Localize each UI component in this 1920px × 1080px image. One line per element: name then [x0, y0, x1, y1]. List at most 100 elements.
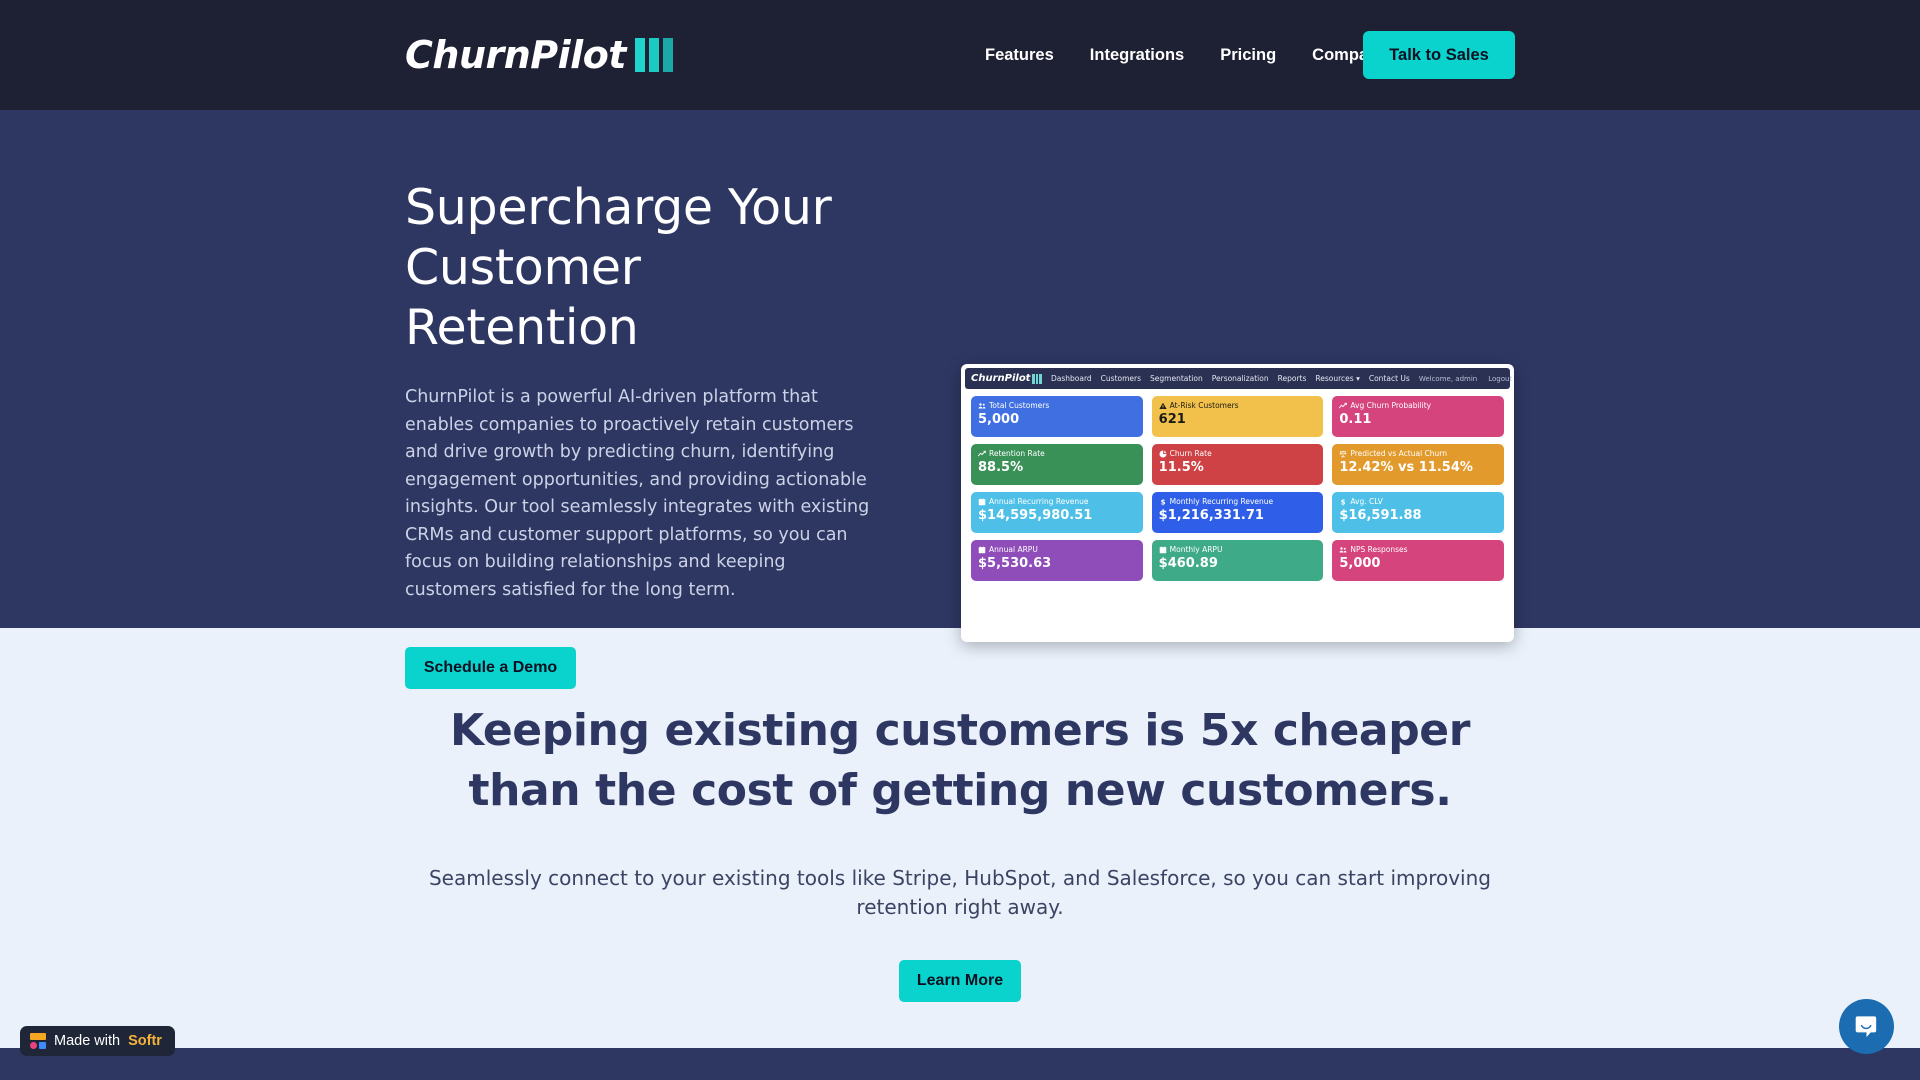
mockup-logout-link: Logout: [1488, 374, 1513, 383]
kpi-card-retention-rate: Retention Rate 88.5%: [971, 444, 1143, 485]
kpi-card-label: Avg Churn Probability: [1350, 401, 1432, 410]
nav-link-features[interactable]: Features: [985, 46, 1054, 65]
pie-chart-icon: [1159, 449, 1167, 458]
scales-icon: [1339, 450, 1347, 458]
kpi-card-annual-arpu: Annual ARPU $5,530.63: [971, 540, 1143, 581]
nav-link-integrations[interactable]: Integrations: [1090, 46, 1184, 65]
kpi-card-annual-recurring-revenue: Annual Recurring Revenue $14,595,980.51: [971, 492, 1143, 533]
main-nav-links: Features Integrations Pricing Company: [985, 46, 1387, 65]
softr-logo-icon: [30, 1033, 46, 1049]
kpi-card-monthly-recurring-revenue: $ Monthly Recurring Revenue $1,216,331.71: [1151, 492, 1324, 533]
mockup-user-area: Welcome, admin Logout: [1419, 375, 1512, 383]
kpi-card-value: 621: [1158, 412, 1186, 427]
chart-line-icon: [978, 450, 986, 458]
kpi-card-label-wrap: Avg Churn Probability: [1339, 401, 1497, 410]
kpi-card-value: 5,000: [978, 412, 1020, 427]
dollar-icon: $: [1339, 498, 1347, 505]
hero-content: Supercharge Your Customer Retention Chur…: [405, 178, 875, 690]
mockup-nav-personalization: Personalization: [1211, 374, 1269, 383]
svg-text:$: $: [1160, 498, 1165, 505]
mockup-logo: ChurnPilot: [971, 373, 1042, 384]
users-icon: [978, 402, 986, 410]
kpi-card-nps-responses: NPS Responses 5,000: [1332, 540, 1505, 581]
calendar-icon: [978, 498, 986, 506]
hero-heading-line-1: Supercharge Your: [405, 179, 832, 236]
kpi-card-label: Retention Rate: [989, 449, 1045, 458]
kpi-card-label: NPS Responses: [1350, 545, 1408, 554]
site-logo[interactable]: ChurnPilot: [405, 33, 673, 77]
kpi-card-monthly-arpu: Monthly ARPU $460.89: [1151, 540, 1324, 581]
svg-text:$: $: [1341, 498, 1346, 505]
logo-text: ChurnPilot: [405, 33, 626, 77]
mockup-logo-text: ChurnPilot: [971, 373, 1031, 384]
hero-paragraph: ChurnPilot is a powerful AI-driven platf…: [405, 387, 870, 600]
mockup-nav-links: Dashboard Customers Segmentation Persona…: [1051, 374, 1410, 383]
kpi-card-predicted-vs-actual-churn: Predicted vs Actual Churn 12.42% vs 11.54…: [1332, 444, 1505, 485]
footer-strip: [0, 1048, 1920, 1080]
mockup-welcome-text: Welcome, admin: [1418, 374, 1478, 383]
mockup-navbar: ChurnPilot Dashboard Customers Segmentat…: [965, 368, 1512, 389]
kpi-card-label: Churn Rate: [1169, 449, 1212, 458]
mockup-nav-reports: Reports: [1277, 374, 1307, 383]
kpi-card-label: Total Customers: [989, 401, 1050, 410]
kpi-card-label-wrap: Total Customers: [978, 401, 1136, 410]
mockup-nav-segmentation: Segmentation: [1150, 374, 1203, 383]
logo-bars-icon: [634, 38, 673, 72]
schedule-demo-button[interactable]: Schedule a Demo: [405, 647, 576, 690]
kpi-card-label: Monthly ARPU: [1169, 545, 1223, 554]
mockup-kpi-grid: Total Customers 5,000 At-Risk Customers 621…: [965, 389, 1510, 594]
kpi-card-label: Annual ARPU: [989, 545, 1038, 554]
kpi-card-value: $16,591.88: [1339, 508, 1422, 523]
kpi-card-value: $14,595,980.51: [978, 508, 1093, 523]
kpi-card-label: Predicted vs Actual Churn: [1350, 449, 1447, 458]
kpi-card-label-wrap: Predicted vs Actual Churn: [1339, 449, 1497, 458]
nav-link-pricing[interactable]: Pricing: [1220, 46, 1276, 65]
value-proposition-section: Keeping existing customers is 5x cheaper…: [0, 628, 1920, 1048]
talk-to-sales-button[interactable]: Talk to Sales: [1363, 31, 1515, 79]
kpi-row: Retention Rate 88.5% Churn Rate 11.5% Predic…: [971, 444, 1505, 485]
kpi-card-value: 0.11: [1339, 412, 1372, 427]
kpi-card-label-wrap: $ Monthly Recurring Revenue: [1159, 497, 1317, 506]
kpi-card-label: Monthly Recurring Revenue: [1169, 497, 1274, 506]
made-with-softr-badge[interactable]: Made with Softr: [20, 1026, 175, 1056]
kpi-card-label-wrap: $ Avg. CLV: [1339, 497, 1497, 506]
softr-badge-brand: Softr: [128, 1033, 162, 1049]
kpi-card-total-customers: Total Customers 5,000: [971, 396, 1143, 437]
kpi-row: Total Customers 5,000 At-Risk Customers 621…: [971, 396, 1505, 437]
kpi-card-label-wrap: Churn Rate: [1159, 449, 1317, 458]
kpi-card-at-risk-customers: At-Risk Customers 621: [1151, 396, 1324, 437]
calendar-icon: [1159, 546, 1167, 554]
learn-more-button[interactable]: Learn More: [899, 960, 1021, 1003]
kpi-card-label-wrap: Annual Recurring Revenue: [978, 497, 1136, 506]
kpi-row: Annual ARPU $5,530.63 Monthly ARPU $460.89 N…: [971, 540, 1505, 581]
kpi-card-value: $460.89: [1158, 556, 1218, 571]
chart-line-icon: [1339, 402, 1348, 410]
kpi-card-label: Annual Recurring Revenue: [989, 497, 1089, 506]
mockup-nav-customers: Customers: [1100, 374, 1142, 383]
mockup-nav-dashboard: Dashboard: [1050, 374, 1092, 383]
kpi-card-value: 5,000: [1339, 556, 1381, 571]
kpi-card-label-wrap: Annual ARPU: [978, 545, 1136, 554]
top-navigation-bar: ChurnPilot Features Integrations Pricing…: [0, 0, 1920, 110]
hero-heading: Supercharge Your Customer Retention: [405, 178, 875, 357]
softr-badge-prefix: Made with: [54, 1033, 121, 1049]
kpi-card-label: At-Risk Customers: [1169, 401, 1239, 410]
users-icon: [1339, 546, 1347, 554]
kpi-card-label: Avg. CLV: [1350, 497, 1383, 506]
calendar-icon: [978, 546, 986, 554]
warning-icon: [1159, 402, 1167, 410]
kpi-card-label-wrap: NPS Responses: [1339, 545, 1497, 554]
value-heading-line-2: the cost of getting new customers.: [595, 764, 1452, 816]
kpi-card-value: 11.5%: [1158, 460, 1204, 475]
dashboard-mockup-image: ChurnPilot Dashboard Customers Segmentat…: [961, 364, 1514, 642]
kpi-card-value: $5,530.63: [978, 556, 1052, 571]
mockup-logo-bars-icon: [1032, 373, 1042, 384]
kpi-card-churn-rate: Churn Rate 11.5%: [1151, 444, 1324, 485]
dollar-icon: $: [1159, 498, 1167, 505]
kpi-card-value: $1,216,331.71: [1158, 508, 1264, 523]
kpi-row: Annual Recurring Revenue $14,595,980.51 $ M…: [971, 492, 1505, 533]
kpi-card-avg-churn-probability: Avg Churn Probability 0.11: [1332, 396, 1505, 437]
chat-bubble-icon[interactable]: [1839, 999, 1894, 1054]
kpi-card-label-wrap: At-Risk Customers: [1159, 401, 1317, 410]
hero-section: Supercharge Your Customer Retention Chur…: [0, 110, 1920, 690]
